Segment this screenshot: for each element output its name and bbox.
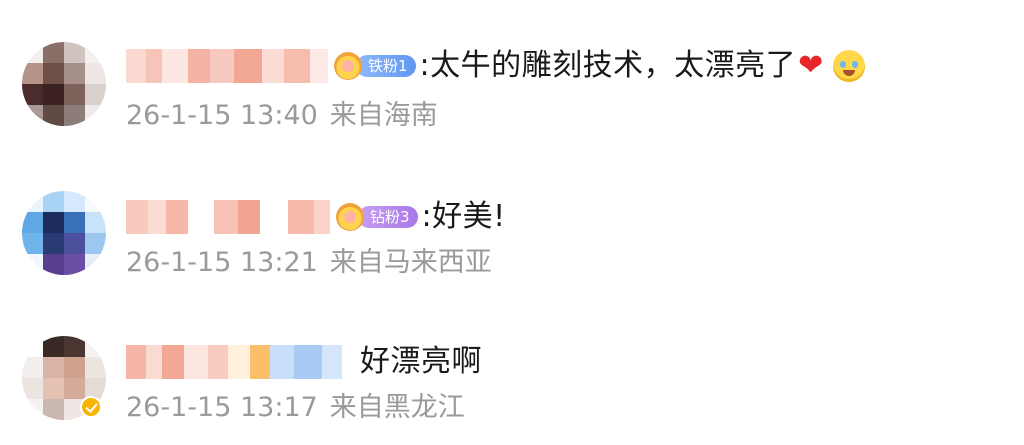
comment-location: 来自黑龙江 bbox=[329, 392, 465, 423]
fan-badge-label: 钻粉3 bbox=[358, 206, 418, 228]
comment-feed: 铁粉1 :太牛的雕刻技术，太漂亮了 ❤ 26-1-15 13:40 来自海南 钻… bbox=[0, 0, 1024, 445]
comment-time: 13:21 bbox=[239, 247, 318, 278]
fan-badge-label: 铁粉1 bbox=[356, 55, 416, 77]
comment-date: 26-1-15 bbox=[126, 392, 232, 423]
username-blurred[interactable] bbox=[126, 197, 330, 237]
comment-text: 好漂亮啊 bbox=[360, 344, 482, 379]
verified-badge-icon bbox=[80, 396, 102, 418]
username-blurred[interactable] bbox=[126, 342, 342, 382]
fan-badge[interactable]: 钻粉3 bbox=[336, 202, 418, 232]
comment-text: :太牛的雕刻技术，太漂亮了 bbox=[419, 48, 797, 83]
comment-date: 26-1-15 bbox=[126, 247, 232, 278]
crown-icon bbox=[334, 52, 362, 80]
username-blurred[interactable] bbox=[126, 46, 328, 86]
fan-badge[interactable]: 铁粉1 bbox=[334, 51, 416, 81]
comment-time: 13:40 bbox=[239, 100, 318, 131]
avatar[interactable] bbox=[22, 42, 106, 126]
tears-of-joy-emoji-icon bbox=[833, 50, 866, 82]
crown-icon bbox=[336, 203, 364, 231]
comment-text: :好美! bbox=[421, 199, 506, 234]
avatar[interactable] bbox=[22, 191, 106, 275]
comment-time: 13:17 bbox=[239, 392, 318, 423]
comment-meta: 26-1-15 13:17 来自黑龙江 bbox=[126, 388, 465, 428]
comment-meta: 26-1-15 13:40 来自海南 bbox=[126, 96, 438, 136]
comment-date: 26-1-15 bbox=[126, 100, 232, 131]
comment-location: 来自马来西亚 bbox=[329, 247, 492, 278]
comment-meta: 26-1-15 13:21 来自马来西亚 bbox=[126, 243, 492, 283]
comment-location: 来自海南 bbox=[329, 100, 438, 131]
heart-icon: ❤ bbox=[798, 48, 824, 83]
